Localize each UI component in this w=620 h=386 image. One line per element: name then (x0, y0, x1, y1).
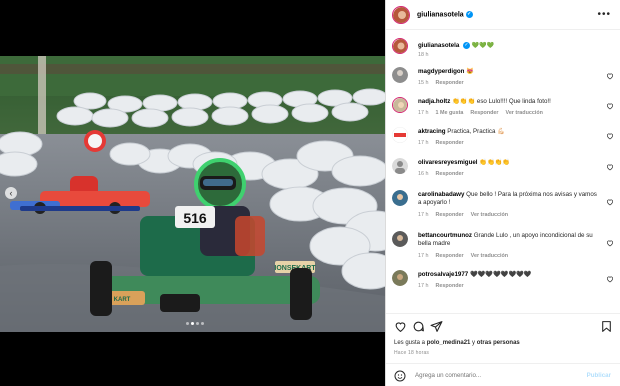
heart-icon[interactable] (606, 239, 614, 247)
carousel-dot (186, 322, 189, 325)
commenter-avatar[interactable] (392, 270, 408, 286)
commenter-avatar[interactable] (392, 158, 408, 174)
author-avatar[interactable] (392, 5, 410, 24)
comment-meta: 17 h Responder Ver traducción (418, 253, 509, 259)
see-translation-button[interactable]: Ver traducción (506, 110, 543, 116)
carousel-dot (196, 322, 199, 325)
heart-icon[interactable] (606, 72, 614, 80)
heart-icon[interactable] (606, 198, 614, 206)
comment-input[interactable] (415, 372, 585, 379)
reply-button[interactable]: Responder (436, 283, 464, 289)
post-header: giulianasotela ✓ ••• (386, 0, 620, 30)
post-timestamp: Hace 18 horas (394, 350, 430, 356)
carousel-dot (201, 322, 204, 325)
see-translation-button[interactable]: Ver traducción (471, 212, 508, 218)
reply-button[interactable]: Responder (470, 110, 498, 116)
author-username[interactable]: giulianasotela ✓ (417, 10, 473, 18)
like-icon[interactable] (394, 320, 407, 333)
front-sponsor: KART (114, 297, 131, 303)
verified-icon: ✓ (463, 42, 470, 49)
photo-pane: 516 IONSEKART KART ‹ (0, 0, 385, 386)
post-photo: 516 IONSEKART KART (0, 56, 385, 332)
caption-text: giulianasotela ✓ 💚💚💚 (418, 42, 495, 50)
previous-photo-button[interactable]: ‹ (5, 187, 17, 199)
see-translation-button[interactable]: Ver traducción (471, 253, 508, 259)
comment-composer: Publicar (386, 363, 620, 386)
comment-meta: 15 h Responder (418, 80, 464, 86)
commenter-avatar[interactable] (392, 97, 408, 113)
comment-meta: 16 h Responder (418, 171, 464, 177)
comment-meta: 17 h Responder (418, 140, 464, 146)
comment-text: magdyperdigon 😻 (418, 68, 474, 75)
commenter-avatar[interactable] (392, 190, 408, 206)
comment-meta: 17 h Responder (418, 283, 464, 289)
reply-button[interactable]: Responder (436, 253, 464, 259)
caption-time: 18 h (418, 52, 429, 58)
comment-text: olivaresreyesmiguel 👏👏👏👏 (418, 159, 511, 166)
comment-text: potrosalvaje1977 🖤🖤🖤🖤🖤🖤🖤🖤 (418, 271, 532, 278)
reply-button[interactable]: Responder (436, 80, 464, 86)
comment-text: carolinabadawy Que bello ! Para la próxi… (418, 191, 597, 206)
commenter-avatar[interactable] (392, 127, 408, 143)
heart-icon[interactable] (606, 275, 614, 283)
reply-button[interactable]: Responder (436, 140, 464, 146)
comment-meta: 17 h1 Me gusta Responder Ver traducción (418, 110, 543, 116)
heart-icon[interactable] (606, 132, 614, 140)
comment-text: bettancourtmunoz Grande Lulo , un apoyo … (418, 232, 593, 247)
author-avatar[interactable] (392, 38, 408, 54)
commenter-avatar[interactable] (392, 231, 408, 247)
comments-list: giulianasotela ✓ 💚💚💚 18 h magdyperdigon … (386, 30, 620, 313)
publish-button[interactable]: Publicar (587, 372, 611, 379)
reply-button[interactable]: Responder (436, 212, 464, 218)
kart-number: 516 (183, 210, 207, 226)
comment-text: nadja.holtz 👏👏👏 eso Lulo!!!! Que linda f… (418, 98, 551, 105)
likes-summary: Les gusta a polo_medina21 y otras person… (394, 340, 520, 346)
likes-count[interactable]: 1 Me gusta (436, 110, 464, 116)
carousel-dot-active (191, 322, 194, 325)
comments-panel: giulianasotela ✓ ••• giulianasotela ✓ 💚💚💚… (385, 0, 620, 386)
verified-icon: ✓ (465, 10, 473, 18)
commenter-avatar[interactable] (392, 67, 408, 83)
ellipsis-icon[interactable]: ••• (597, 9, 611, 20)
post-actions: Les gusta a polo_medina21 y otras person… (386, 313, 620, 386)
emoji-icon[interactable] (394, 370, 406, 382)
carousel-dots (186, 322, 204, 325)
comment-text: aktracing Practica, Practica 💪🏻 (418, 128, 505, 135)
reply-button[interactable]: Responder (436, 171, 464, 177)
share-icon[interactable] (430, 320, 443, 333)
bookmark-icon[interactable] (600, 320, 613, 333)
other-likers-link[interactable]: otras personas (477, 340, 520, 346)
comment-meta: 17 h Responder Ver traducción (418, 212, 509, 218)
comment-icon[interactable] (412, 320, 425, 333)
liker-username[interactable]: polo_medina21 (427, 340, 471, 346)
heart-icon[interactable] (606, 102, 614, 110)
heart-icon[interactable] (606, 163, 614, 171)
